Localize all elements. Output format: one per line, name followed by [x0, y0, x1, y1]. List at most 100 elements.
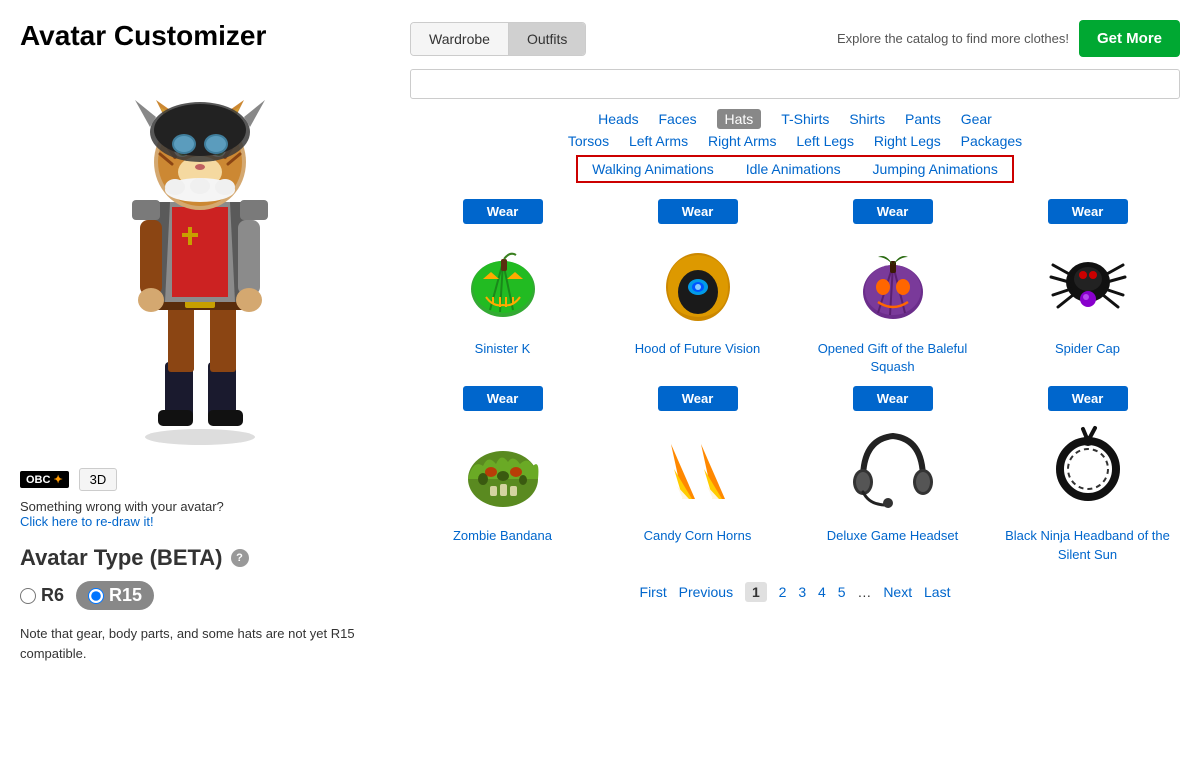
- wear-button-6[interactable]: Wear: [853, 386, 933, 411]
- item-image-2: [843, 232, 943, 332]
- search-input[interactable]: [410, 69, 1180, 99]
- item-name-6[interactable]: Deluxe Game Headset: [827, 527, 959, 545]
- right-panel: Wardrobe Outfits Explore the catalog to …: [400, 20, 1180, 663]
- item-card: Wear Hood of Future Vision: [605, 199, 790, 376]
- animation-box: Walking Animations Idle Animations Jumpi…: [576, 155, 1014, 183]
- cat-tshirts[interactable]: T-Shirts: [781, 111, 829, 127]
- r15-radio-label[interactable]: R15: [76, 581, 154, 610]
- item-image-0: [453, 232, 553, 332]
- item-card: Wear: [995, 199, 1180, 376]
- item-name-7[interactable]: Black Ninja Headband of the Silent Sun: [995, 527, 1180, 563]
- page-first[interactable]: First: [640, 584, 667, 600]
- page-next[interactable]: Next: [883, 584, 912, 600]
- get-more-button[interactable]: Get More: [1079, 20, 1180, 57]
- zombie-bandana-img: [458, 424, 548, 514]
- left-panel: Avatar Customizer: [20, 20, 400, 663]
- page-2[interactable]: 2: [779, 584, 787, 600]
- cat-packages[interactable]: Packages: [961, 133, 1022, 149]
- item-image-6: [843, 419, 943, 519]
- obc-label: OBC: [26, 474, 50, 486]
- cat-right-arms[interactable]: Right Arms: [708, 133, 776, 149]
- item-image-4: [453, 419, 553, 519]
- sinister-k-img: [458, 237, 548, 327]
- avatar-type-label: Avatar Type (BETA): [20, 545, 223, 571]
- cat-torsos[interactable]: Torsos: [568, 133, 609, 149]
- page-5[interactable]: 5: [838, 584, 846, 600]
- page-3[interactable]: 3: [798, 584, 806, 600]
- cat-heads[interactable]: Heads: [598, 111, 638, 127]
- tab-outfits[interactable]: Outfits: [509, 23, 585, 55]
- avatar-type-heading: Avatar Type (BETA) ?: [20, 545, 380, 571]
- hood-future-vision-img: [653, 237, 743, 327]
- animation-row: Walking Animations Idle Animations Jumpi…: [410, 155, 1180, 183]
- cat-left-legs[interactable]: Left Legs: [796, 133, 854, 149]
- game-headset-img: [848, 424, 938, 514]
- cat-gear[interactable]: Gear: [961, 111, 992, 127]
- cat-faces[interactable]: Faces: [659, 111, 697, 127]
- tab-wardrobe[interactable]: Wardrobe: [411, 23, 509, 55]
- r6-radio[interactable]: [20, 588, 36, 604]
- ninja-headband-img: [1043, 424, 1133, 514]
- category-row-1: Heads Faces Hats T-Shirts Shirts Pants G…: [410, 111, 1180, 127]
- item-image-7: [1038, 419, 1138, 519]
- cat-right-legs[interactable]: Right Legs: [874, 133, 941, 149]
- wear-button-3[interactable]: Wear: [1048, 199, 1128, 224]
- avatar-svg: [60, 72, 340, 452]
- avatar-meta-bar: OBC ✦ 3D: [20, 468, 380, 491]
- item-card: Wear Candy Corn Horns: [605, 386, 790, 563]
- baleful-squash-img: [848, 237, 938, 327]
- item-image-5: [648, 419, 748, 519]
- pagination: First Previous 1 2 3 4 5 … Next Last: [410, 584, 1180, 600]
- anim-jumping[interactable]: Jumping Animations: [873, 161, 998, 177]
- page-previous[interactable]: Previous: [679, 584, 733, 600]
- spider-cap-img: [1043, 237, 1133, 327]
- item-name-5[interactable]: Candy Corn Horns: [644, 527, 752, 545]
- page-1[interactable]: 1: [745, 582, 767, 602]
- page-4[interactable]: 4: [818, 584, 826, 600]
- 3d-button[interactable]: 3D: [79, 468, 118, 491]
- help-icon[interactable]: ?: [231, 549, 249, 567]
- items-grid: Wear: [410, 199, 1180, 564]
- page-title: Avatar Customizer: [20, 20, 380, 52]
- item-image-1: [648, 232, 748, 332]
- item-name-0[interactable]: Sinister K: [475, 340, 531, 358]
- obc-wing-icon: ✦: [53, 473, 62, 486]
- item-card: Wear: [410, 199, 595, 376]
- item-card: Wear: [410, 386, 595, 563]
- r15-radio[interactable]: [88, 588, 104, 604]
- cat-left-arms[interactable]: Left Arms: [629, 133, 688, 149]
- item-image-3: [1038, 232, 1138, 332]
- page-dots: …: [857, 584, 871, 600]
- avatar-type-radio-group: R6 R15: [20, 581, 380, 610]
- item-name-1[interactable]: Hood of Future Vision: [635, 340, 761, 358]
- category-row-2: Torsos Left Arms Right Arms Left Legs Ri…: [410, 133, 1180, 149]
- wear-button-0[interactable]: Wear: [463, 199, 543, 224]
- catalog-text: Explore the catalog to find more clothes…: [837, 31, 1069, 46]
- page-last[interactable]: Last: [924, 584, 950, 600]
- cat-hats[interactable]: Hats: [717, 109, 762, 129]
- r6-label: R6: [41, 585, 64, 606]
- wear-button-4[interactable]: Wear: [463, 386, 543, 411]
- cat-pants[interactable]: Pants: [905, 111, 941, 127]
- anim-idle[interactable]: Idle Animations: [746, 161, 841, 177]
- avatar-preview: [20, 72, 380, 452]
- item-name-3[interactable]: Spider Cap: [1055, 340, 1120, 358]
- r6-radio-label[interactable]: R6: [20, 585, 64, 606]
- avatar-note-text: Note that gear, body parts, and some hat…: [20, 624, 380, 663]
- wrong-avatar-section: Something wrong with your avatar? Click …: [20, 499, 380, 529]
- wrong-avatar-text: Something wrong with your avatar?: [20, 499, 224, 514]
- wear-button-7[interactable]: Wear: [1048, 386, 1128, 411]
- wear-button-2[interactable]: Wear: [853, 199, 933, 224]
- get-more-area: Explore the catalog to find more clothes…: [837, 20, 1180, 57]
- candy-corn-horns-img: [653, 424, 743, 514]
- wear-button-1[interactable]: Wear: [658, 199, 738, 224]
- item-name-4[interactable]: Zombie Bandana: [453, 527, 552, 545]
- top-bar: Wardrobe Outfits Explore the catalog to …: [410, 20, 1180, 57]
- r15-label: R15: [109, 585, 142, 606]
- wear-button-5[interactable]: Wear: [658, 386, 738, 411]
- anim-walking[interactable]: Walking Animations: [592, 161, 714, 177]
- cat-shirts[interactable]: Shirts: [849, 111, 885, 127]
- item-name-2[interactable]: Opened Gift of the Baleful Squash: [800, 340, 985, 376]
- item-card: Wear: [800, 386, 985, 563]
- redraw-link[interactable]: Click here to re-draw it!: [20, 514, 154, 529]
